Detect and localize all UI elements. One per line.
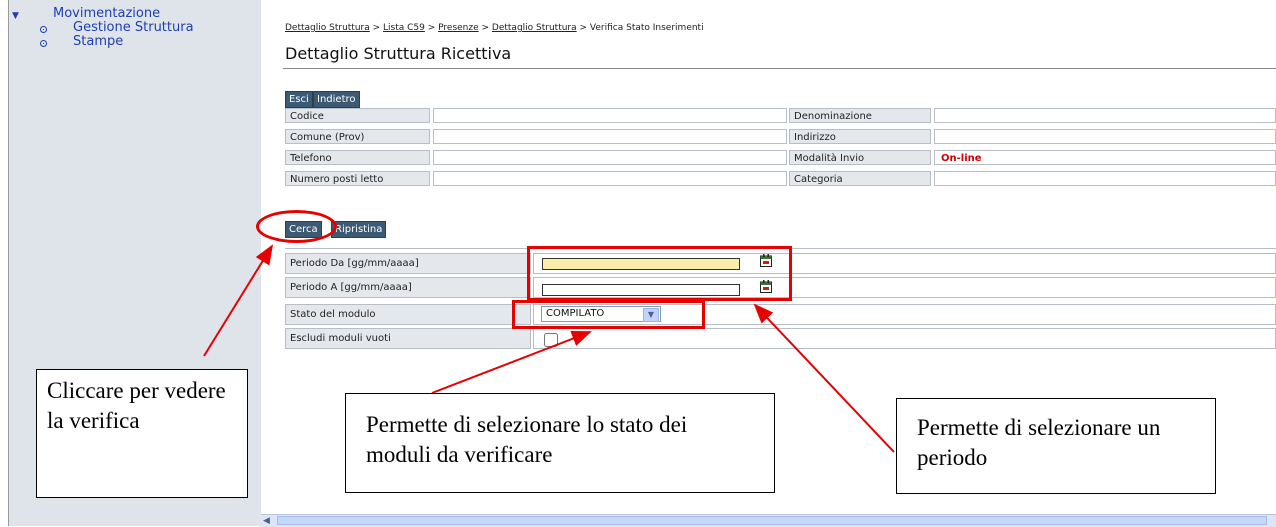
scrollbar-thumb[interactable] — [277, 516, 1267, 525]
arrow-to-period-fields — [753, 303, 895, 453]
note-click-to-verify: Cliccare per vedere la verifica — [36, 369, 248, 498]
arrow-to-search-button — [203, 244, 274, 357]
scroll-left-icon[interactable]: ◀ — [263, 515, 270, 527]
note-period: Permette di selezionare un periodo — [896, 398, 1216, 494]
note-module-state: Permette di selezionare lo stato dei mod… — [345, 393, 775, 493]
arrow-to-state-select — [431, 331, 592, 394]
horizontal-scrollbar[interactable]: ◀ — [261, 514, 1276, 527]
